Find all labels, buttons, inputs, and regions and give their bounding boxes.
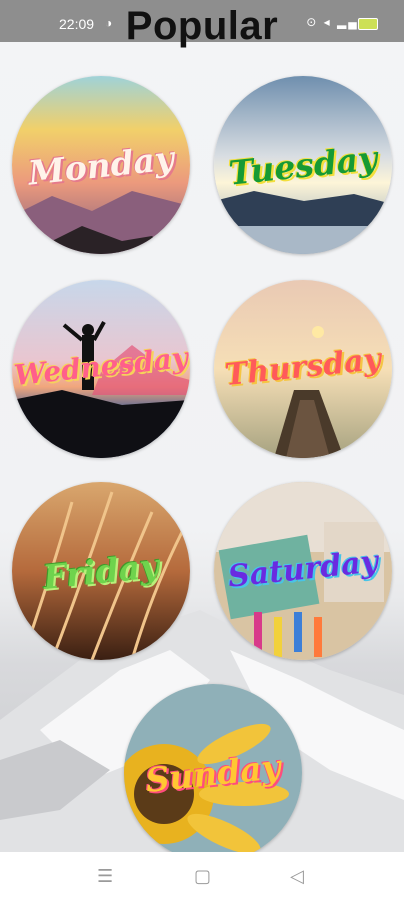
day-card-sunday[interactable]: Sunday bbox=[124, 684, 302, 862]
day-card-friday[interactable]: Friday bbox=[12, 482, 190, 660]
day-card-thursday[interactable]: Thursday bbox=[214, 280, 392, 458]
day-card-wednesday[interactable]: Wednesday bbox=[12, 280, 190, 458]
menu-icon[interactable]: ☰ bbox=[97, 866, 113, 887]
back-icon[interactable]: ◁ bbox=[290, 866, 304, 887]
home-icon[interactable]: ▢ bbox=[194, 866, 211, 887]
day-card-tuesday[interactable]: Tuesday bbox=[214, 76, 392, 254]
page-title: Popular bbox=[125, 4, 279, 48]
system-nav-bar: ☰ ▢ ◁ bbox=[0, 852, 404, 900]
day-card-saturday[interactable]: Saturday bbox=[214, 482, 392, 660]
day-card-monday[interactable]: Monday bbox=[12, 76, 190, 254]
